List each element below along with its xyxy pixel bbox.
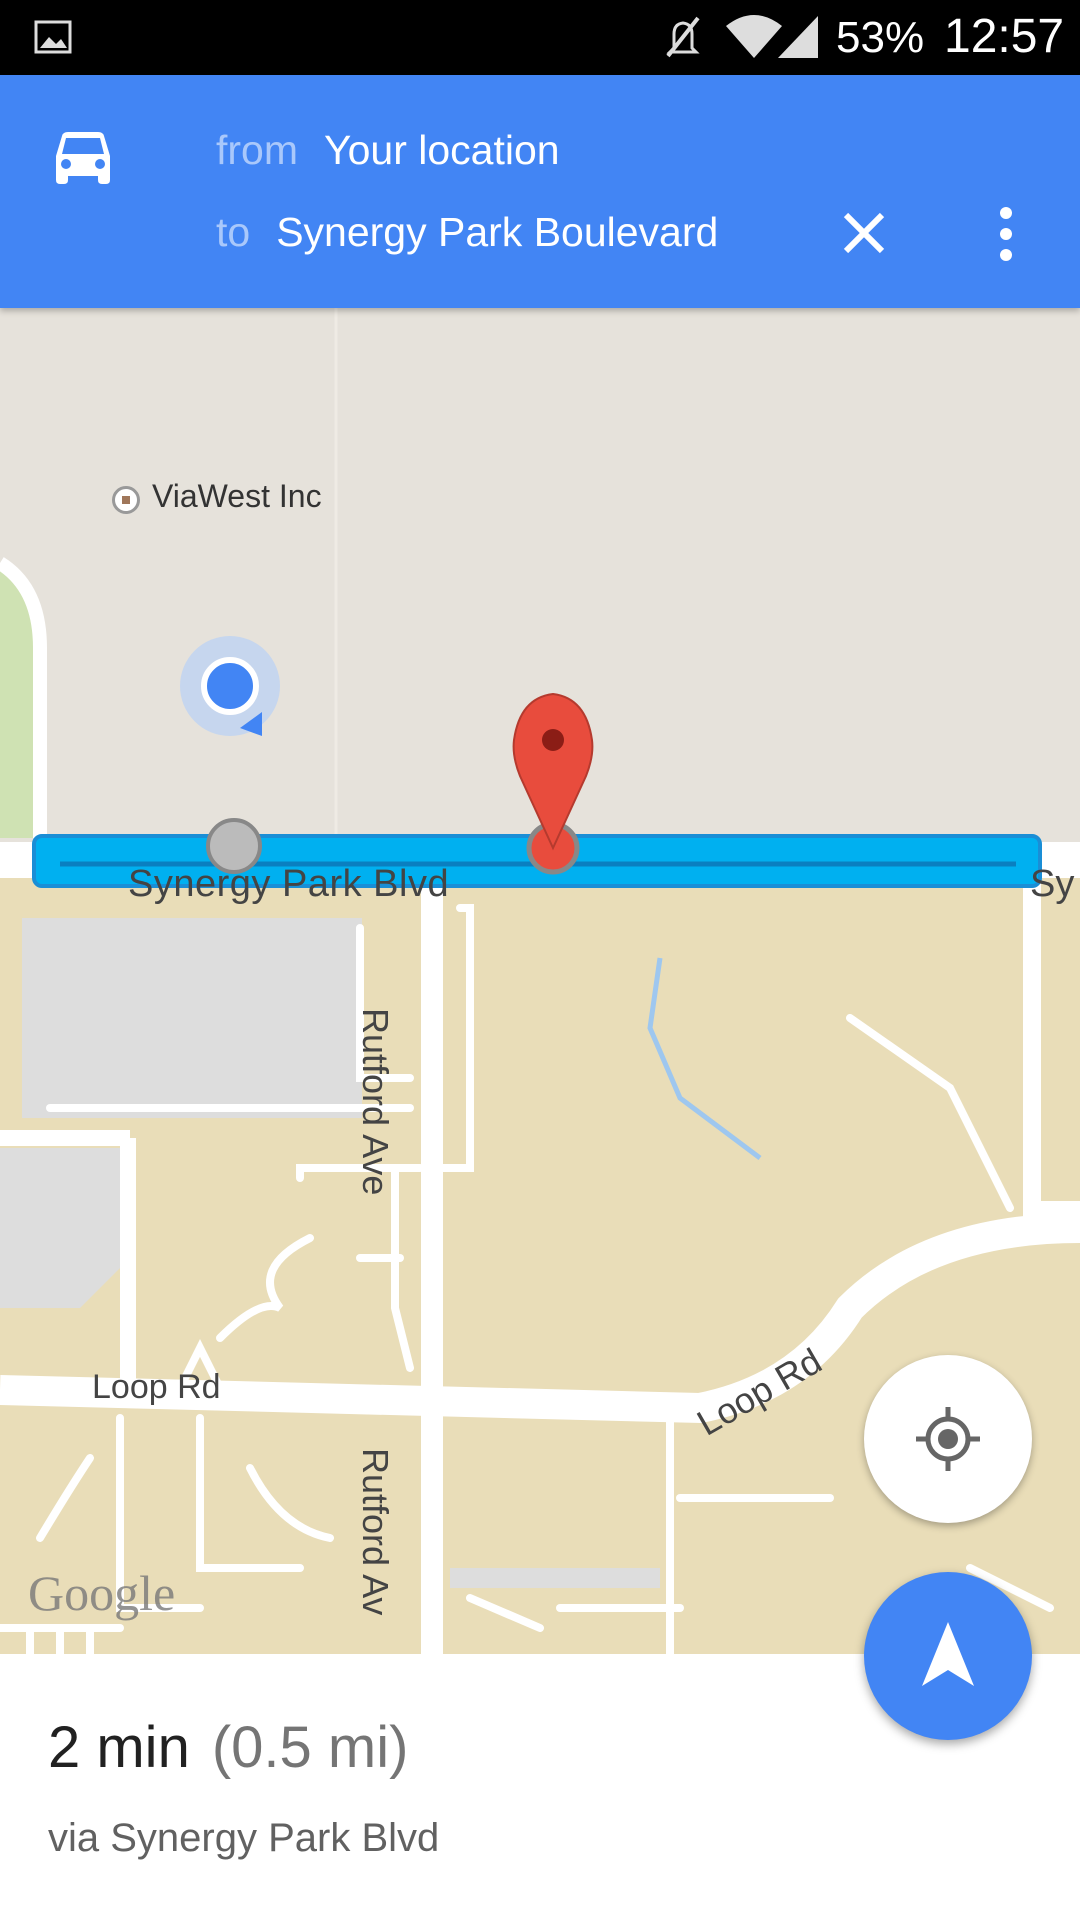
route-duration: 2 min <box>48 1715 190 1780</box>
status-bar: 53% 12:57 <box>0 0 1080 75</box>
wifi-icon <box>726 15 782 58</box>
street-label-rutford-2: Rutford Av <box>355 1448 396 1616</box>
route-distance: (0.5 mi) <box>211 1715 409 1780</box>
my-location-icon <box>916 1407 980 1471</box>
navigation-arrow-icon <box>922 1622 974 1686</box>
street-label-synergy-clipped: Sy <box>1030 863 1075 905</box>
signal-icon <box>778 16 818 58</box>
car-icon[interactable] <box>50 130 116 190</box>
battery-level: 53% <box>836 13 925 62</box>
directions-header: from Your location to Synergy Park Bouleva… <box>0 75 1080 308</box>
google-attribution: Google <box>28 1565 176 1621</box>
my-location-button[interactable] <box>864 1355 1032 1523</box>
route-eta: 2 min (0.5 mi) <box>48 1714 408 1781</box>
from-row[interactable]: from Your location <box>216 127 560 174</box>
to-row[interactable]: to Synergy Park Boulevard <box>216 209 718 256</box>
street-label-synergy: Synergy Park Blvd <box>128 863 450 905</box>
close-icon[interactable] <box>836 205 892 261</box>
mute-icon <box>666 16 700 58</box>
status-clock: 12:57 <box>944 10 1065 63</box>
more-vert-icon[interactable] <box>994 203 1018 265</box>
to-value: Synergy Park Boulevard <box>276 209 719 255</box>
street-label-loop-1: Loop Rd <box>92 1368 221 1406</box>
start-navigation-button[interactable] <box>864 1572 1032 1740</box>
to-label: to <box>216 209 251 255</box>
poi-icon <box>112 486 140 514</box>
route-via: via Synergy Park Blvd <box>48 1816 440 1860</box>
poi-label: ViaWest Inc <box>152 478 322 514</box>
from-value: Your location <box>324 127 560 173</box>
gallery-icon <box>34 20 72 54</box>
street-label-rutford-1: Rutford Ave <box>355 1008 396 1196</box>
from-label: from <box>216 127 298 173</box>
